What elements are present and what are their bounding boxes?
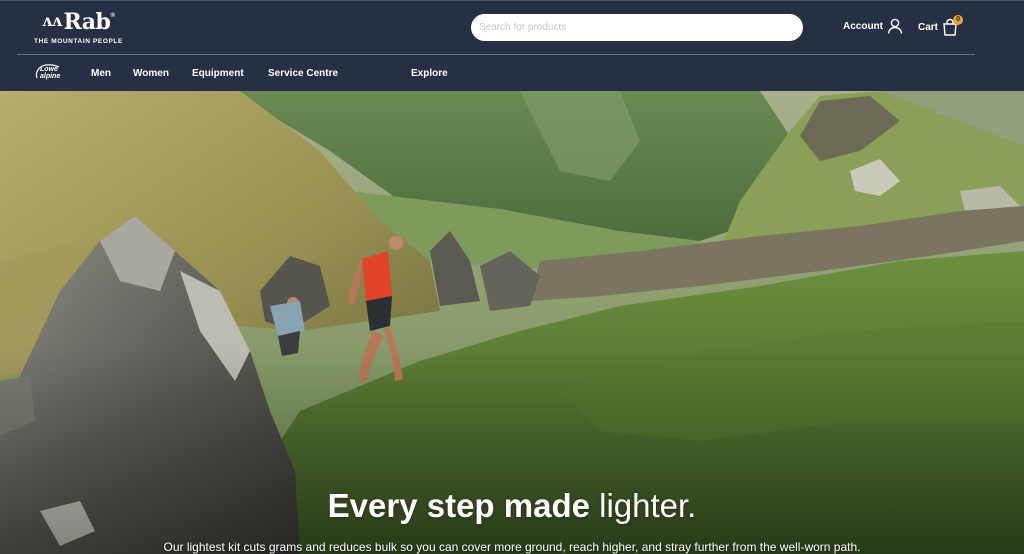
hero-title-light: lighter.: [599, 487, 697, 524]
nav-men[interactable]: Men: [91, 68, 111, 79]
sub-brand-name: Lowe alpine: [40, 66, 61, 80]
hero-banner[interactable]: Every step made lighter. Our lightest ki…: [0, 91, 1024, 554]
lowe-alpine-logo[interactable]: Lowe alpine: [34, 63, 68, 81]
hero-title: Every step made lighter.: [0, 487, 1024, 525]
rab-logo[interactable]: ᴧᴧRab® THE MOUNTAIN PEOPLE: [34, 9, 144, 49]
nav-equipment[interactable]: Equipment: [192, 68, 244, 79]
search-input[interactable]: [471, 14, 803, 41]
header-divider: [17, 54, 975, 55]
nav-service-centre[interactable]: Service Centre: [268, 68, 338, 79]
mountain-peaks-icon: ᴧᴧ: [42, 11, 62, 30]
account-label: Account: [843, 20, 883, 32]
brand-tagline: THE MOUNTAIN PEOPLE: [34, 38, 123, 45]
user-icon: [887, 18, 903, 34]
cart-count-badge: 0: [953, 15, 964, 25]
hero-title-bold: Every step made: [327, 487, 590, 524]
cart-label: Cart: [918, 21, 939, 33]
nav-women[interactable]: Women: [133, 68, 169, 79]
hero-subtitle: Our lightest kit cuts grams and reduces …: [163, 540, 861, 554]
cart-button[interactable]: Cart 0: [918, 15, 964, 36]
hero-image: [0, 91, 1024, 554]
account-button[interactable]: Account: [843, 18, 903, 34]
brand-name: Rab: [63, 9, 111, 35]
nav-explore[interactable]: Explore: [411, 68, 448, 79]
site-header: ᴧᴧRab® THE MOUNTAIN PEOPLE Account Cart …: [0, 0, 1024, 91]
